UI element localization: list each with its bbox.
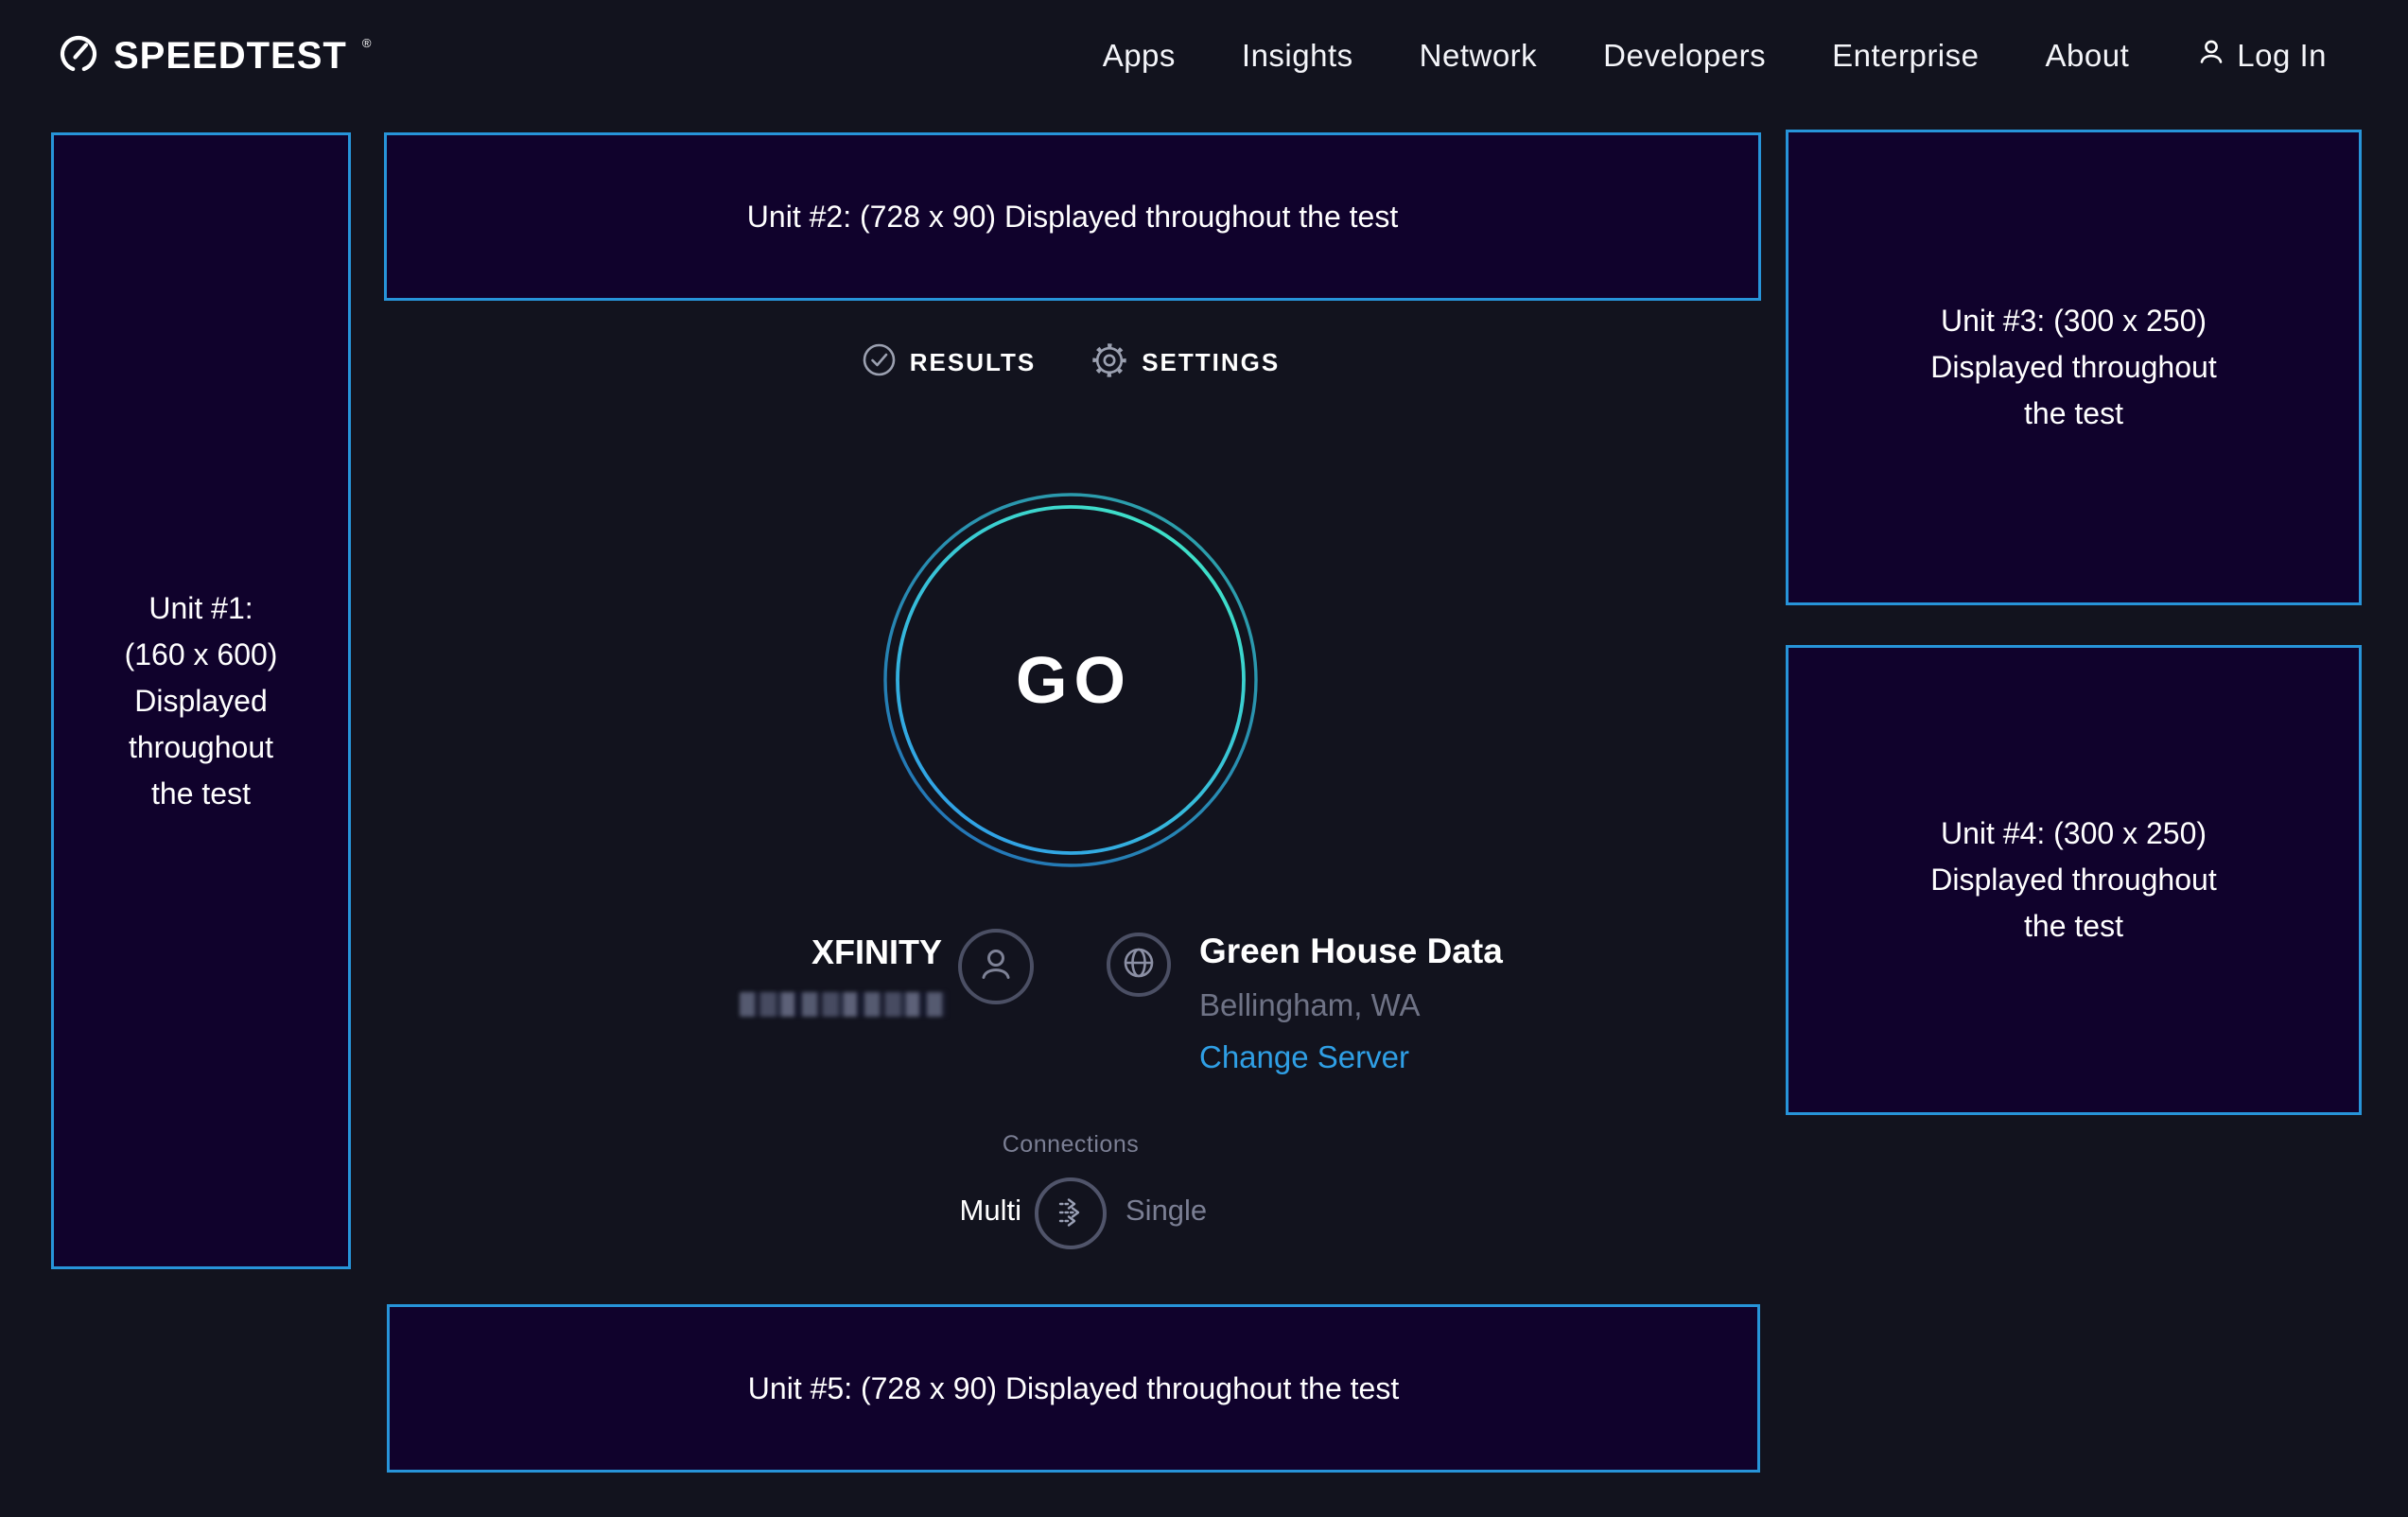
ad-unit-2[interactable]: Unit #2: (728 x 90) Displayed throughout…: [384, 132, 1761, 301]
server-name: Green House Data: [1199, 931, 1503, 972]
connections-single-option[interactable]: Single: [1125, 1194, 1207, 1228]
nav-item-about[interactable]: About: [2046, 38, 2130, 74]
go-button[interactable]: GO: [881, 491, 1260, 869]
ad-unit-2-text: Unit #2: (728 x 90) Displayed throughout…: [747, 194, 1398, 240]
nav-login[interactable]: Log In: [2195, 36, 2327, 76]
nav-item-insights[interactable]: Insights: [1242, 38, 1353, 74]
check-circle-icon: [862, 342, 897, 382]
redacted-ip-address: [740, 992, 946, 1017]
globe-icon: [1120, 944, 1158, 986]
logo-trademark: ®: [362, 36, 372, 50]
connections-toggle[interactable]: [1035, 1177, 1107, 1249]
ad-unit-5[interactable]: Unit #5: (728 x 90) Displayed throughout…: [387, 1304, 1760, 1473]
speedtest-page: SPEEDTEST ® Apps Insights Network Develo…: [0, 0, 2408, 1517]
tab-settings-label: SETTINGS: [1142, 348, 1280, 377]
change-server-link[interactable]: Change Server: [1199, 1039, 1409, 1075]
gear-icon: [1091, 341, 1128, 384]
ad-unit-1-text: Unit #1: (160 x 600) Displayed throughou…: [125, 585, 278, 817]
server-location: Bellingham, WA: [1199, 987, 1503, 1023]
nav-item-enterprise[interactable]: Enterprise: [1832, 38, 1979, 74]
nav-item-network[interactable]: Network: [1420, 38, 1538, 74]
ad-unit-4[interactable]: Unit #4: (300 x 250) Displayed throughou…: [1786, 645, 2362, 1115]
tab-results-label: RESULTS: [910, 348, 1036, 377]
ad-unit-5-text: Unit #5: (728 x 90) Displayed throughout…: [748, 1366, 1399, 1412]
ad-unit-1[interactable]: Unit #1: (160 x 600) Displayed throughou…: [51, 132, 351, 1269]
tab-settings[interactable]: SETTINGS: [1091, 341, 1280, 384]
nav-item-developers[interactable]: Developers: [1603, 38, 1766, 74]
tab-results[interactable]: RESULTS: [862, 342, 1036, 382]
server-info: Green House Data Bellingham, WA Change S…: [1199, 931, 1503, 1075]
connections-label: Connections: [881, 1131, 1260, 1159]
ad-unit-3[interactable]: Unit #3: (300 x 250) Displayed throughou…: [1786, 130, 2362, 605]
logo-text: SPEEDTEST: [113, 35, 347, 78]
isp-icon-circle[interactable]: [958, 929, 1034, 1004]
ad-unit-3-text: Unit #3: (300 x 250) Displayed throughou…: [1930, 298, 2216, 437]
speedometer-gauge-icon: [57, 32, 100, 80]
person-icon: [974, 943, 1018, 991]
tab-bar: RESULTS SETTINGS: [787, 340, 1354, 384]
user-icon: [2195, 36, 2227, 76]
main-nav: Apps Insights Network Developers Enterpr…: [1103, 36, 2327, 76]
multi-connections-arrows-icon: [1050, 1192, 1091, 1236]
header: SPEEDTEST ® Apps Insights Network Develo…: [0, 0, 2408, 112]
nav-item-apps[interactable]: Apps: [1103, 38, 1176, 74]
server-icon-circle[interactable]: [1107, 933, 1171, 997]
speedtest-logo[interactable]: SPEEDTEST ®: [57, 32, 369, 80]
ad-unit-4-text: Unit #4: (300 x 250) Displayed throughou…: [1930, 811, 2216, 950]
nav-login-label: Log In: [2237, 38, 2327, 74]
connections-multi-option[interactable]: Multi: [832, 1194, 1021, 1228]
isp-name: XFINITY: [662, 933, 942, 972]
go-button-label: GO: [881, 491, 1260, 869]
